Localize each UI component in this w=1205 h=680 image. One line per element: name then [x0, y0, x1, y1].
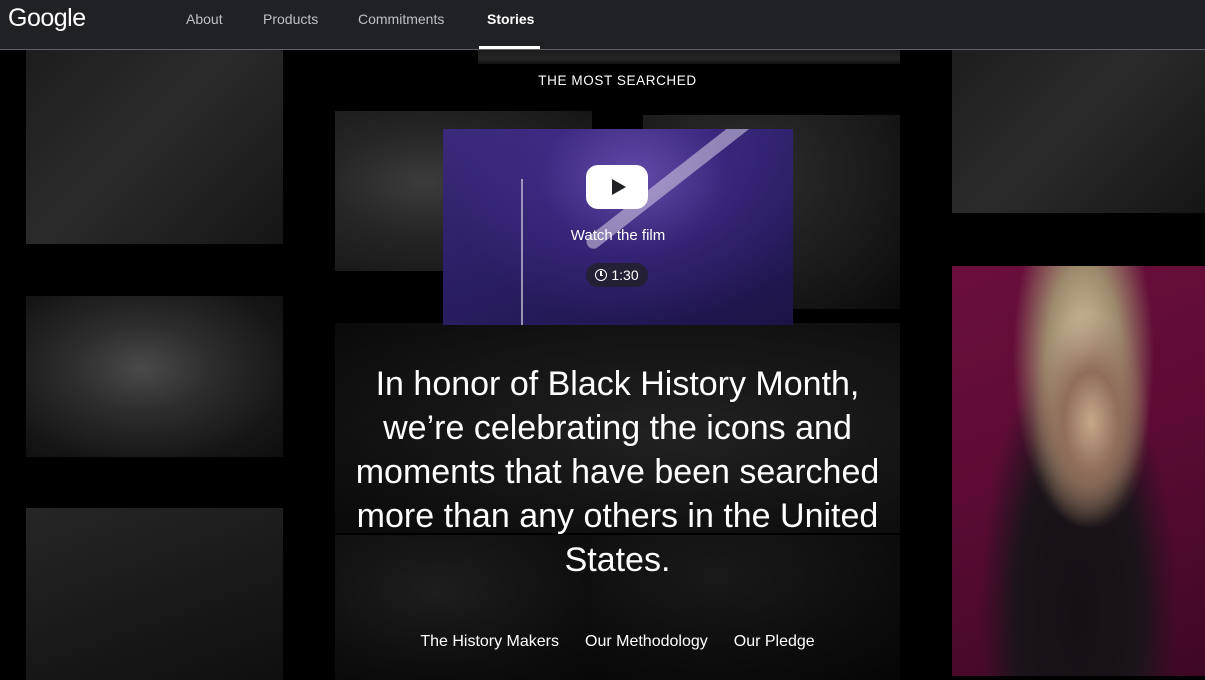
- collage-photo-right-featured: [952, 266, 1205, 676]
- clock-icon: [595, 269, 608, 281]
- section-eyebrow: THE MOST SEARCHED: [538, 73, 697, 88]
- nav-about[interactable]: About: [186, 11, 223, 27]
- play-button[interactable]: [586, 165, 648, 209]
- collage-photo-right-top: [952, 50, 1205, 213]
- video-duration: 1:30: [611, 267, 639, 283]
- microphone-stand-graphic: [521, 179, 523, 325]
- google-logo[interactable]: Google: [8, 4, 86, 33]
- nav-stories[interactable]: Stories: [487, 11, 534, 27]
- collage-photo-top-strip: [478, 50, 900, 64]
- collage-photo-left-bottom: [26, 508, 283, 680]
- link-our-pledge[interactable]: Our Pledge: [734, 633, 815, 651]
- section-links: The History Makers Our Methodology Our P…: [335, 633, 900, 651]
- active-tab-indicator: [479, 46, 540, 49]
- play-icon: [612, 179, 626, 195]
- duration-badge: 1:30: [586, 263, 648, 287]
- link-history-makers[interactable]: The History Makers: [420, 633, 559, 651]
- nav-commitments[interactable]: Commitments: [358, 11, 444, 27]
- hero-headline: In honor of Black History Month, we’re c…: [355, 365, 880, 579]
- watch-film-label[interactable]: Watch the film: [443, 227, 793, 244]
- nav-products[interactable]: Products: [263, 11, 318, 27]
- collage-photo-left-top: [26, 50, 283, 244]
- top-navigation-bar: Google About Products Commitments Storie…: [0, 0, 1205, 50]
- link-our-methodology[interactable]: Our Methodology: [585, 633, 708, 651]
- video-player-card[interactable]: Watch the film 1:30: [443, 129, 793, 325]
- collage-photo-left-middle: [26, 296, 283, 457]
